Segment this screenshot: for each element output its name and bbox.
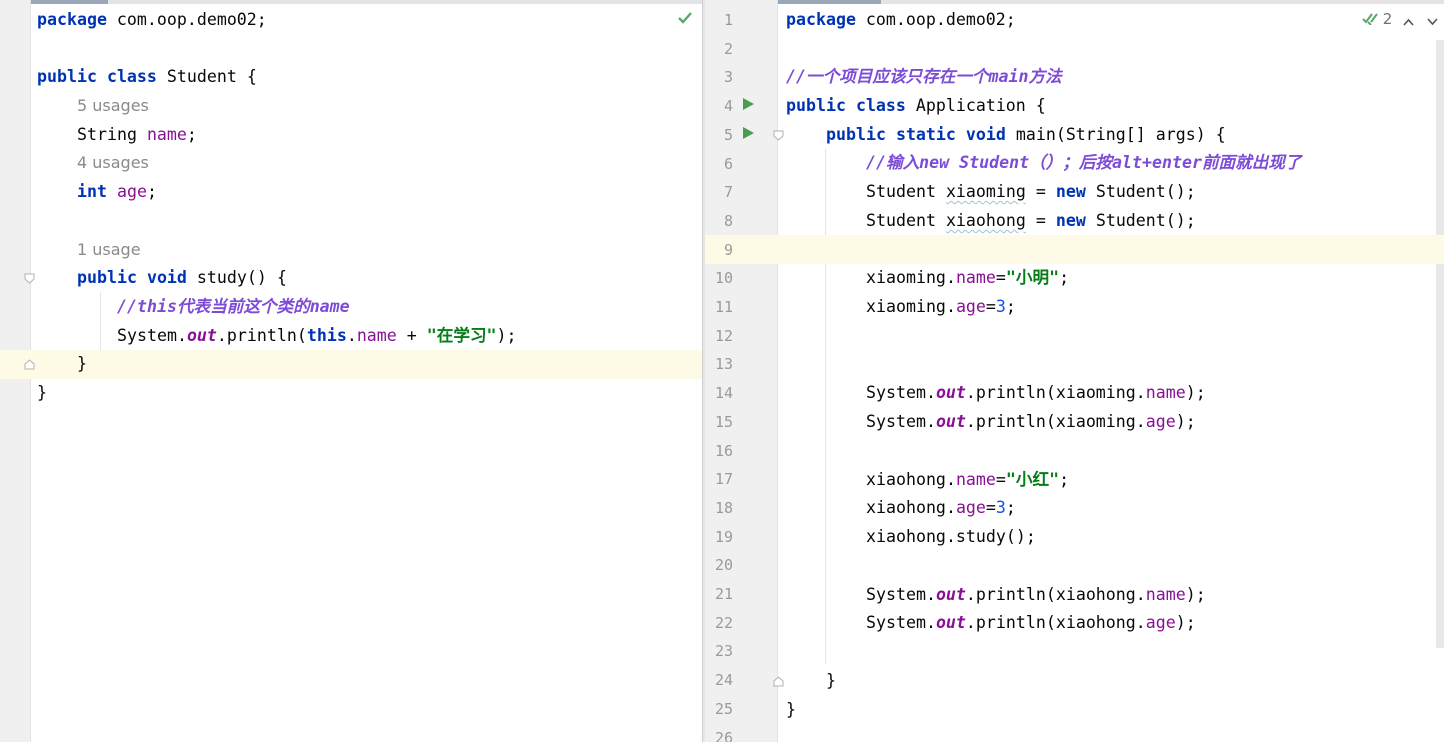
code-line[interactable]: xiaoming.age=3; [705,293,1444,322]
code-line[interactable]: String name; [0,121,702,150]
comment-line[interactable]: //输入new Student（）；后按alt+enter前面就出现了 [705,149,1444,178]
code-line[interactable]: public static void main(String[] args) { [705,121,1444,150]
code-line[interactable]: System.out.println(xiaoming.name); [705,379,1444,408]
comment-line[interactable]: //一个项目应该只存在一个main方法 [705,63,1444,92]
code-line[interactable]: public void study() { [0,264,702,293]
code-line[interactable]: public class Application { [705,92,1444,121]
code-line[interactable]: package com.oop.demo02; [0,6,702,35]
usages-hint[interactable]: 1 usage [0,236,702,265]
fold-icon[interactable] [24,273,35,284]
left-tab-indicator [0,0,702,4]
code-line[interactable]: Student xiaoming = new Student(); [705,178,1444,207]
code-line[interactable]: Student xiaohong = new Student(); [705,207,1444,236]
usages-hint[interactable]: 4 usages [0,149,702,178]
code-line[interactable]: System.out.println(xiaohong.age); [705,609,1444,638]
code-line[interactable]: } [705,667,1444,696]
current-line[interactable] [705,235,1444,264]
code-line[interactable]: xiaohong.name="小红"; [705,466,1444,495]
right-tab-indicator [705,0,1444,4]
code-line[interactable]: xiaohong.study(); [705,523,1444,552]
code-line[interactable]: package com.oop.demo02; [705,6,1444,35]
code-line[interactable]: System.out.println(xiaohong.name); [705,581,1444,610]
code-line[interactable]: } [705,696,1444,725]
fold-icon[interactable] [24,359,35,370]
student-editor-pane[interactable]: package com.oop.demo02; public class Stu… [0,0,702,742]
application-editor-pane[interactable]: 2 1 2 3 4 5 6 7 8 9 10 11 12 13 14 15 16 17 18 19 20 21 22 23 2… [705,0,1444,742]
code-line[interactable]: public class Student { [0,63,702,92]
code-line[interactable]: } [0,379,702,408]
code-line[interactable]: int age; [0,178,702,207]
comment-line[interactable]: //this代表当前这个类的name [0,293,702,322]
code-line[interactable]: xiaoming.name="小明"; [705,264,1444,293]
code-line[interactable]: System.out.println(xiaoming.age); [705,408,1444,437]
code-line[interactable]: xiaohong.age=3; [705,494,1444,523]
code-line[interactable]: System.out.println(this.name + "在学习"); [0,322,702,351]
current-line[interactable]: } [0,350,702,379]
usages-hint[interactable]: 5 usages [0,92,702,121]
